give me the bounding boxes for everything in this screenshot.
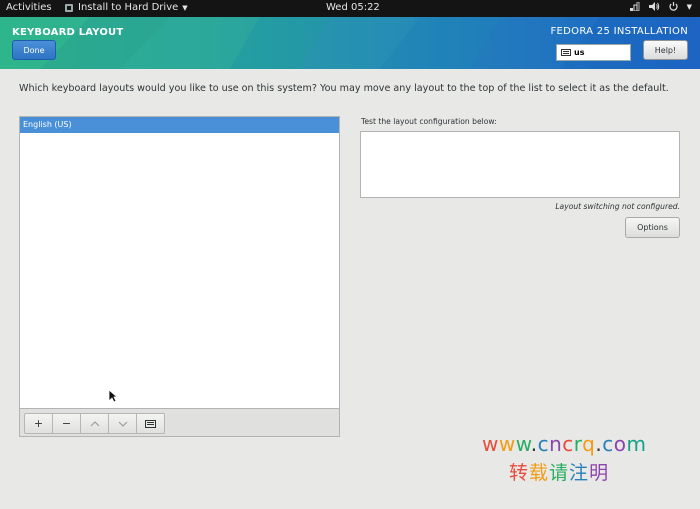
activities-button[interactable]: Activities [6,2,52,13]
watermark-letter: w [498,432,516,456]
keyboard-icon [145,419,156,428]
move-down-button[interactable] [108,413,137,434]
clock[interactable]: Wed 05:22 [326,2,380,13]
status-area[interactable]: ▼ [629,2,692,11]
chevron-down-icon [118,421,127,427]
installer-icon [65,3,73,12]
power-icon [669,2,678,11]
remove-layout-button[interactable]: − [52,413,81,434]
watermark-char: 注 [569,462,590,484]
watermark-text: 转载请注明 [509,458,609,485]
app-menu-label: Install to Hard Drive [78,2,179,13]
network-icon [629,2,640,11]
add-layout-button[interactable]: + [24,413,53,434]
watermark-char: 载 [529,462,550,484]
product-title: FEDORA 25 INSTALLATION [550,26,688,37]
layout-list[interactable]: English (US) [19,116,340,409]
watermark-letter: c [562,432,574,456]
volume-icon [648,2,659,11]
watermark-letter: c [602,432,614,456]
watermark-letter: n [549,432,563,456]
watermark-letter: . [530,432,538,456]
watermark-letter: c [537,432,550,456]
layout-list-toolbar: + − [19,409,340,437]
page-description: Which keyboard layouts would you like to… [19,83,669,94]
layout-switching-note: Layout switching not configured. [555,202,680,211]
layout-list-item[interactable]: English (US) [20,117,339,133]
mouse-pointer-icon [108,389,118,403]
watermark-letter: m [626,432,647,456]
keyboard-icon [561,49,571,56]
app-menu[interactable]: Install to Hard Drive ▼ [64,2,188,13]
watermark-letter: r [573,432,583,456]
watermark-letter: o [613,432,627,456]
test-layout-input[interactable] [360,131,680,198]
test-field-label: Test the layout configuration below: [361,117,497,126]
move-up-button[interactable] [80,413,109,434]
preview-layout-button[interactable] [136,413,165,434]
spoke-title: KEYBOARD LAYOUT [12,27,124,38]
watermark-letter: w [515,432,531,456]
status-menu-chevron-icon: ▼ [686,2,692,11]
spoke-header: KEYBOARD LAYOUT Done FEDORA 25 INSTALLAT… [0,17,700,69]
options-button[interactable]: Options [625,217,680,238]
watermark-char: 请 [549,462,570,484]
chevron-down-icon: ▼ [182,3,188,12]
top-bar: Activities Install to Hard Drive ▼ Wed 0… [0,0,700,17]
watermark-char: 明 [589,462,610,484]
done-button[interactable]: Done [12,40,56,60]
header-pattern [0,17,700,69]
chevron-up-icon [90,420,99,426]
watermark-letter: w [482,432,499,456]
watermark-letter: q [582,432,596,456]
layout-indicator-label: us [574,48,585,57]
watermark-url: www.cncrq.com [482,432,646,456]
help-button[interactable]: Help! [643,40,688,60]
watermark-char: 转 [509,462,530,484]
layout-indicator[interactable]: us [556,44,631,61]
